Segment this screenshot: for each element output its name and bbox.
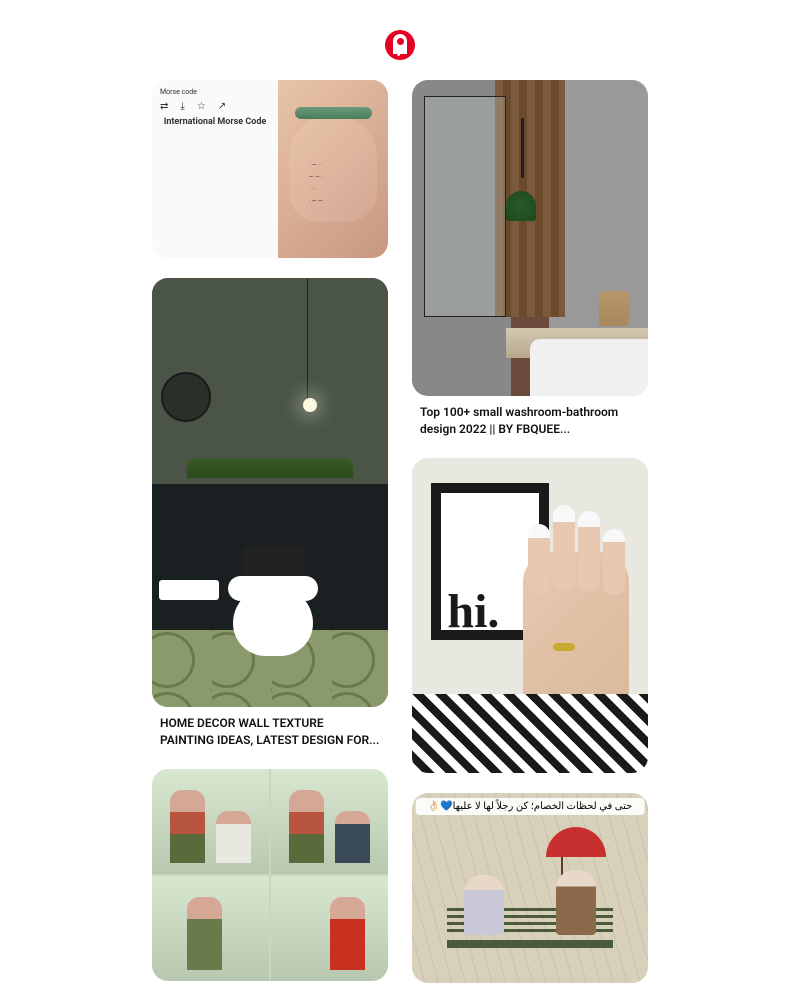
- pin-title: HOME DECOR WALL TEXTURE PAINTING IDEAS, …: [152, 715, 388, 749]
- pin-card[interactable]: HOME DECOR WALL TEXTURE PAINTING IDEAS, …: [152, 278, 388, 749]
- pin-image: [412, 80, 648, 396]
- pin-card[interactable]: [152, 769, 388, 981]
- pin-image: [152, 769, 388, 981]
- pinterest-logo-icon[interactable]: [385, 30, 415, 60]
- pin-image: hi.: [412, 458, 648, 773]
- pin-card[interactable]: Top 100+ small washroom-bathroom design …: [412, 80, 648, 438]
- pin-image: حتى في لحظات الخصام؛ كن رجلاً لها لا علي…: [412, 793, 648, 983]
- pin-card[interactable]: حتى في لحظات الخصام؛ كن رجلاً لها لا علي…: [412, 793, 648, 983]
- pin-card[interactable]: hi.: [412, 458, 648, 773]
- translate-icon: ⇄: [160, 101, 168, 112]
- caption-text: حتى في لحظات الخصام؛ كن رجلاً لها لا علي…: [416, 798, 645, 815]
- morse-chart-title: International Morse Code: [160, 117, 270, 127]
- pin-title: Top 100+ small washroom-bathroom design …: [412, 404, 648, 438]
- star-icon: ☆: [197, 101, 206, 112]
- frame-text: hi.: [447, 584, 499, 639]
- morse-header: Morse code: [160, 88, 270, 96]
- grid-column-right: Top 100+ small washroom-bathroom design …: [412, 80, 648, 983]
- share-icon: ↗: [218, 101, 226, 112]
- pin-card[interactable]: Morse code ⇄ ⤓ ☆ ↗ International Morse C…: [152, 80, 388, 258]
- pin-image: Morse code ⇄ ⤓ ☆ ↗ International Morse C…: [152, 80, 388, 258]
- grid-column-left: Morse code ⇄ ⤓ ☆ ↗ International Morse C…: [152, 80, 388, 981]
- pin-grid: Morse code ⇄ ⤓ ☆ ↗ International Morse C…: [0, 80, 800, 983]
- pin-image: [152, 278, 388, 707]
- download-icon: ⤓: [180, 101, 184, 112]
- header: [0, 0, 800, 80]
